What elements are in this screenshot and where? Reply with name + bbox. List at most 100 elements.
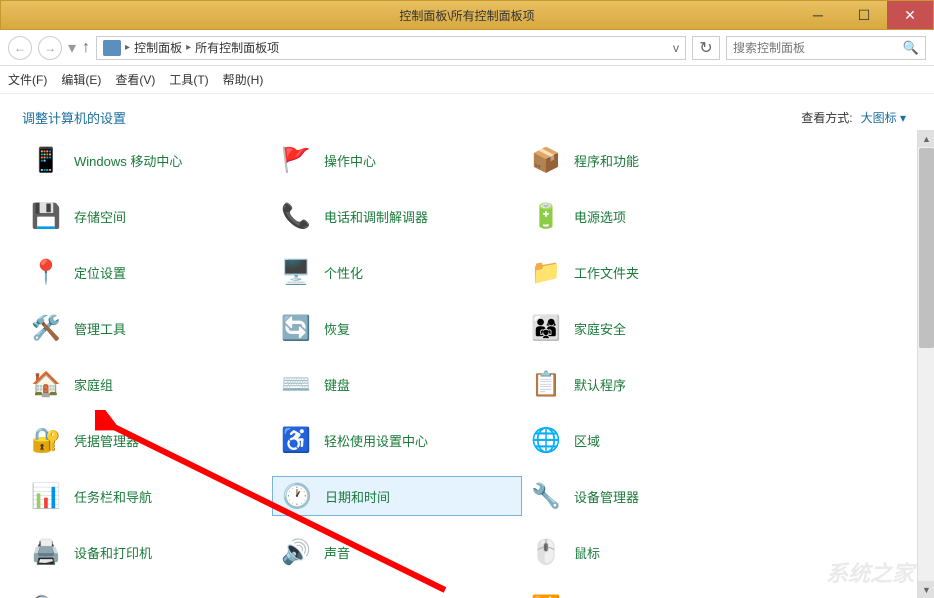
- item-action-center[interactable]: 🚩 操作中心: [272, 140, 522, 180]
- item-taskbar-navigation[interactable]: 📊 任务栏和导航: [22, 476, 272, 516]
- search-input[interactable]: [733, 41, 903, 55]
- item-region[interactable]: 🌐 区域: [522, 420, 772, 460]
- default-programs-icon: 📋: [530, 368, 562, 400]
- item-indexing-options[interactable]: 🔍索引选项: [22, 588, 272, 598]
- item-devices-printers[interactable]: 🖨️ 设备和打印机: [22, 532, 272, 572]
- item-label: 定位设置: [74, 263, 126, 282]
- item-notification-icons[interactable]: 📟通知区域图标: [272, 588, 522, 598]
- date-time-icon: 🕐: [281, 480, 313, 512]
- item-label: 日期和时间: [325, 487, 390, 506]
- item-label: 设备和打印机: [74, 543, 152, 562]
- admin-tools-icon: 🛠️: [30, 312, 62, 344]
- item-label: 电源选项: [574, 207, 626, 226]
- item-label: 区域: [574, 431, 600, 450]
- menu-file[interactable]: 文件(F): [8, 71, 47, 88]
- item-sound[interactable]: 🔊声音: [272, 532, 522, 572]
- item-programs-features[interactable]: 📦程序和功能: [522, 140, 772, 180]
- item-homegroup[interactable]: 🏠 家庭组: [22, 364, 272, 404]
- region-icon: 🌐: [530, 424, 562, 456]
- taskbar-navigation-icon: 📊: [30, 480, 62, 512]
- item-label: 操作中心: [324, 151, 376, 170]
- personalization-icon: 🖥️: [280, 256, 312, 288]
- forward-button[interactable]: →: [38, 36, 62, 60]
- up-button[interactable]: ▾: [68, 38, 76, 58]
- scroll-thumb[interactable]: [919, 148, 934, 348]
- item-label: 恢复: [324, 319, 350, 338]
- menu-edit[interactable]: 编辑(E): [61, 71, 101, 88]
- item-windows-mobility-center[interactable]: 📱Windows 移动中心: [22, 140, 272, 180]
- item-credential-manager[interactable]: 🔐 凭据管理器: [22, 420, 272, 460]
- back-button[interactable]: ←: [8, 36, 32, 60]
- content-header: 调整计算机的设置 查看方式: 大图标 ▾: [0, 94, 934, 130]
- item-label: 凭据管理器: [74, 431, 139, 450]
- content-area: 📱Windows 移动中心🚩 操作中心 📦程序和功能 💾存储空间📞电话和调制解调器🔋电…: [0, 130, 934, 598]
- credential-manager-icon: 🔐: [30, 424, 62, 456]
- control-panel-icon: [103, 40, 121, 56]
- item-recovery[interactable]: 🔄 恢复: [272, 308, 522, 348]
- item-family-safety[interactable]: 👨‍👩‍👧家庭安全: [522, 308, 772, 348]
- item-mouse[interactable]: 🖱️ 鼠标: [522, 532, 772, 572]
- refresh-button[interactable]: ↻: [692, 36, 720, 60]
- notification-icons-icon: 📟: [280, 592, 312, 598]
- item-label: 家庭组: [74, 375, 113, 394]
- close-button[interactable]: ✕: [887, 1, 933, 29]
- scroll-down-button[interactable]: ▼: [918, 581, 934, 598]
- menu-view[interactable]: 查看(V): [115, 71, 155, 88]
- up-arrow-button[interactable]: ↑: [82, 39, 90, 57]
- minimize-button[interactable]: ─: [795, 1, 841, 29]
- search-box[interactable]: 🔍: [726, 36, 926, 60]
- item-label: 键盘: [324, 375, 350, 394]
- device-manager-icon: 🔧: [530, 480, 562, 512]
- windows-mobility-center-icon: 📱: [30, 144, 62, 176]
- titlebar: 控制面板\所有控制面板项 ─ ☐ ✕: [0, 0, 934, 30]
- breadcrumb-current[interactable]: 所有控制面板项: [195, 39, 279, 56]
- item-label: 鼠标: [574, 543, 600, 562]
- sync-center-icon: 🔁: [530, 592, 562, 598]
- menu-help[interactable]: 帮助(H): [223, 71, 264, 88]
- ease-of-access-icon: ♿: [280, 424, 312, 456]
- item-label: 工作文件夹: [574, 263, 639, 282]
- devices-printers-icon: 🖨️: [30, 536, 62, 568]
- addressbar: ← → ▾ ↑ ▸ 控制面板 ▸ 所有控制面板项 v ↻ 🔍: [0, 30, 934, 66]
- item-work-folders[interactable]: 📁 工作文件夹: [522, 252, 772, 292]
- item-device-manager[interactable]: 🔧 设备管理器: [522, 476, 772, 516]
- breadcrumb-root[interactable]: 控制面板: [134, 39, 182, 56]
- view-value-dropdown[interactable]: 大图标 ▾: [861, 109, 906, 126]
- item-personalization[interactable]: 🖥️ 个性化: [272, 252, 522, 292]
- vertical-scrollbar[interactable]: ▲ ▼: [917, 130, 934, 598]
- location-settings-icon: 📍: [30, 256, 62, 288]
- item-phone-modem[interactable]: 📞电话和调制解调器: [272, 196, 522, 236]
- dropdown-icon[interactable]: v: [673, 41, 679, 55]
- item-label: 任务栏和导航: [74, 487, 152, 506]
- item-label: 电话和调制解调器: [324, 207, 428, 226]
- item-power-options[interactable]: 🔋电源选项: [522, 196, 772, 236]
- items-grid: 📱Windows 移动中心🚩 操作中心 📦程序和功能 💾存储空间📞电话和调制解调器🔋电…: [22, 140, 924, 598]
- item-keyboard[interactable]: ⌨️键盘: [272, 364, 522, 404]
- family-safety-icon: 👨‍👩‍👧: [530, 312, 562, 344]
- item-label: 设备管理器: [574, 487, 639, 506]
- item-admin-tools[interactable]: 🛠️管理工具: [22, 308, 272, 348]
- menu-tools[interactable]: 工具(T): [169, 71, 208, 88]
- window-controls: ─ ☐ ✕: [795, 1, 933, 29]
- item-date-time[interactable]: 🕐 日期和时间: [272, 476, 522, 516]
- page-title: 调整计算机的设置: [22, 108, 126, 127]
- action-center-icon: 🚩: [280, 144, 312, 176]
- mouse-icon: 🖱️: [530, 536, 562, 568]
- view-mode: 查看方式: 大图标 ▾: [801, 109, 906, 126]
- window-title: 控制面板\所有控制面板项: [1, 7, 933, 24]
- search-icon[interactable]: 🔍: [903, 40, 919, 56]
- homegroup-icon: 🏠: [30, 368, 62, 400]
- item-default-programs[interactable]: 📋默认程序: [522, 364, 772, 404]
- scroll-up-button[interactable]: ▲: [918, 130, 934, 147]
- work-folders-icon: 📁: [530, 256, 562, 288]
- sound-icon: 🔊: [280, 536, 312, 568]
- view-label: 查看方式:: [801, 109, 852, 126]
- item-sync-center[interactable]: 🔁同步中心: [522, 588, 772, 598]
- item-location-settings[interactable]: 📍 定位设置: [22, 252, 272, 292]
- address-path[interactable]: ▸ 控制面板 ▸ 所有控制面板项 v: [96, 36, 686, 60]
- item-ease-of-access[interactable]: ♿轻松使用设置中心: [272, 420, 522, 460]
- item-label: 个性化: [324, 263, 363, 282]
- recovery-icon: 🔄: [280, 312, 312, 344]
- item-storage-spaces[interactable]: 💾存储空间: [22, 196, 272, 236]
- maximize-button[interactable]: ☐: [841, 1, 887, 29]
